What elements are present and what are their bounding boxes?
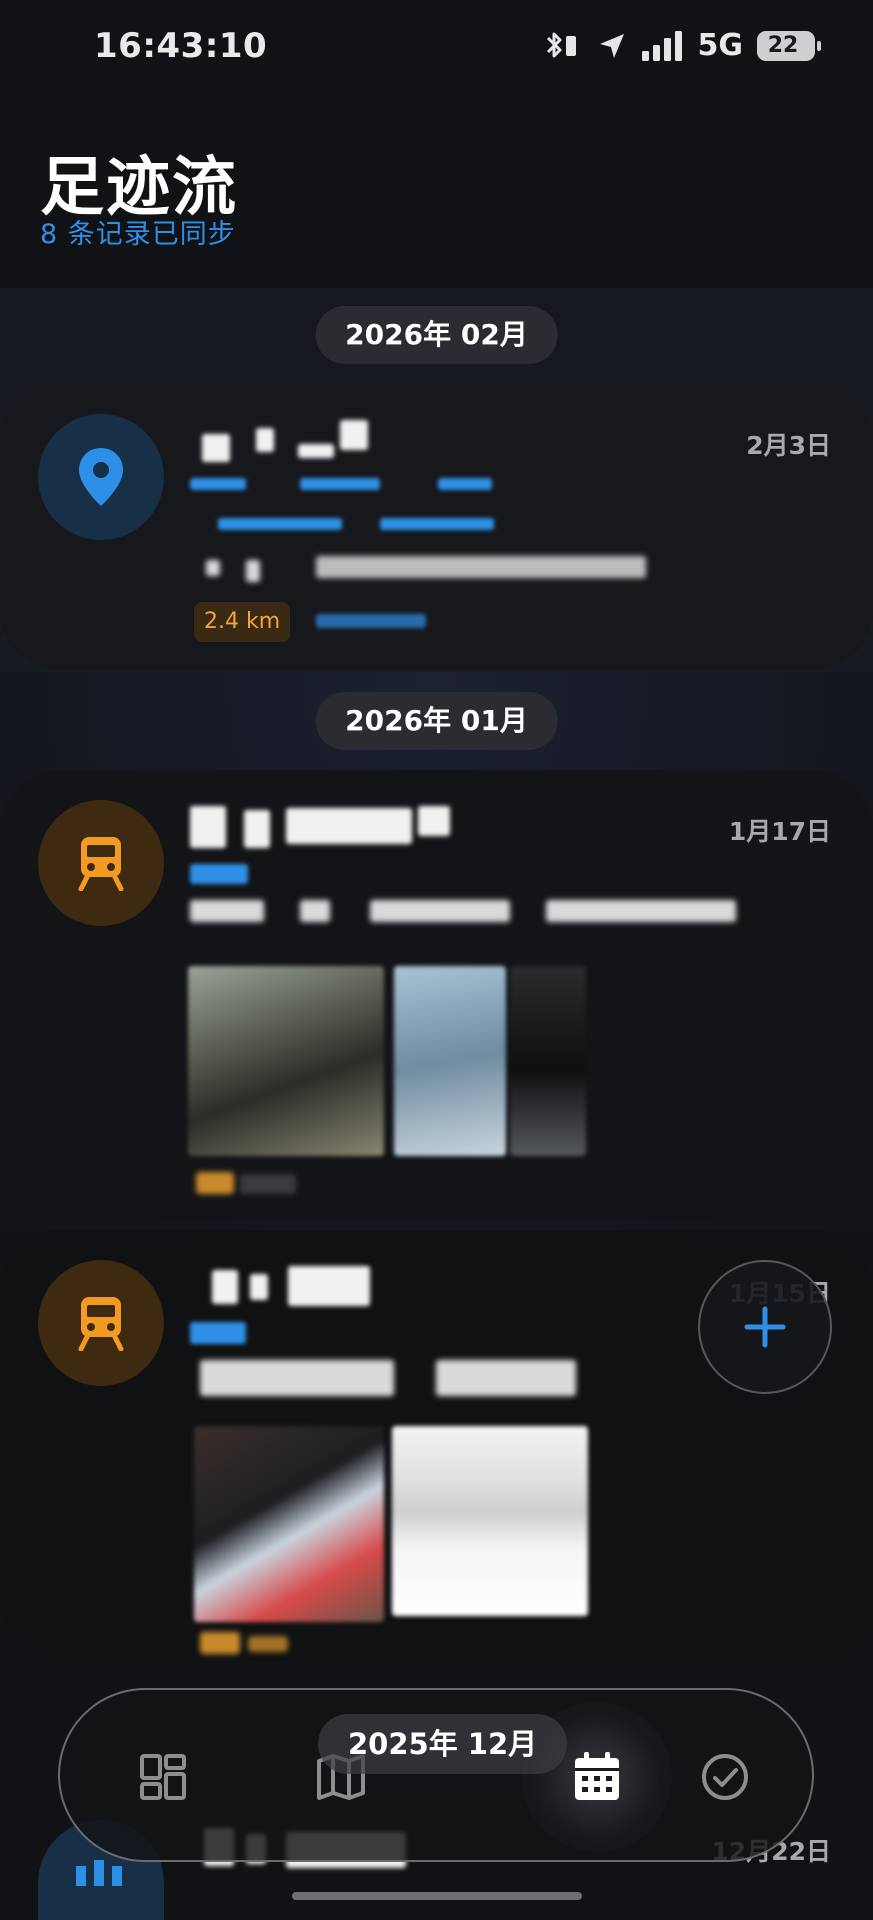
photo-thumbnail[interactable] [194,1426,384,1622]
month-header: 2026年 01月 [315,692,558,750]
status-time: 16:43:10 [94,26,268,66]
entry-location-redacted [190,864,248,884]
timeline-entry[interactable]: 2月3日 2.4 km [0,384,873,670]
entry-date: 1月17日 [728,817,831,846]
entry-tag-redacted [196,1172,234,1194]
sync-status: 8 条记录已同步 [40,219,236,250]
nav-calendar[interactable] [560,1740,634,1814]
map-pin-icon [79,448,123,506]
train-icon [78,837,124,891]
nav-tasks[interactable] [688,1740,762,1814]
entry-avatar [38,414,164,540]
entry-meta-redacted [316,614,426,628]
photo-thumbnail[interactable] [392,1426,588,1616]
entry-location-redacted [190,1322,246,1344]
nav-dashboard[interactable] [126,1740,200,1814]
calendar-icon [575,1752,619,1800]
bluetooth-icon [546,32,576,57]
location-arrow-icon [599,33,624,58]
entry-avatar [38,800,164,926]
photo-thumbnail[interactable] [394,966,506,1156]
distance-badge: 2.4 km [194,602,291,642]
photo-thumbnail[interactable] [510,966,586,1156]
train-icon [78,1297,124,1351]
check-circle-icon [702,1754,748,1800]
entry-avatar [38,1260,164,1386]
home-indicator[interactable] [292,1892,582,1900]
entry-tag-redacted [248,1636,288,1652]
battery-level: 22 [767,32,799,58]
entry-date: 2月3日 [746,431,831,460]
add-entry-button[interactable] [698,1260,832,1394]
photo-thumbnail[interactable] [188,966,384,1156]
timeline-entry[interactable]: 1月17日 [0,770,873,1220]
status-icons: 5G 22 [542,28,821,63]
month-header: 2025年 12月 [318,1714,568,1774]
signal-icon [641,30,682,61]
dashboard-icon [140,1754,186,1800]
status-bar: 16:43:10 5G 22 [0,0,873,96]
entry-tag-redacted [240,1174,296,1194]
month-header: 2026年 02月 [315,306,558,364]
battery-icon: 22 [757,30,821,61]
entry-tag-redacted [200,1632,240,1654]
network-type: 5G [697,28,744,63]
plus-icon [744,1306,786,1348]
